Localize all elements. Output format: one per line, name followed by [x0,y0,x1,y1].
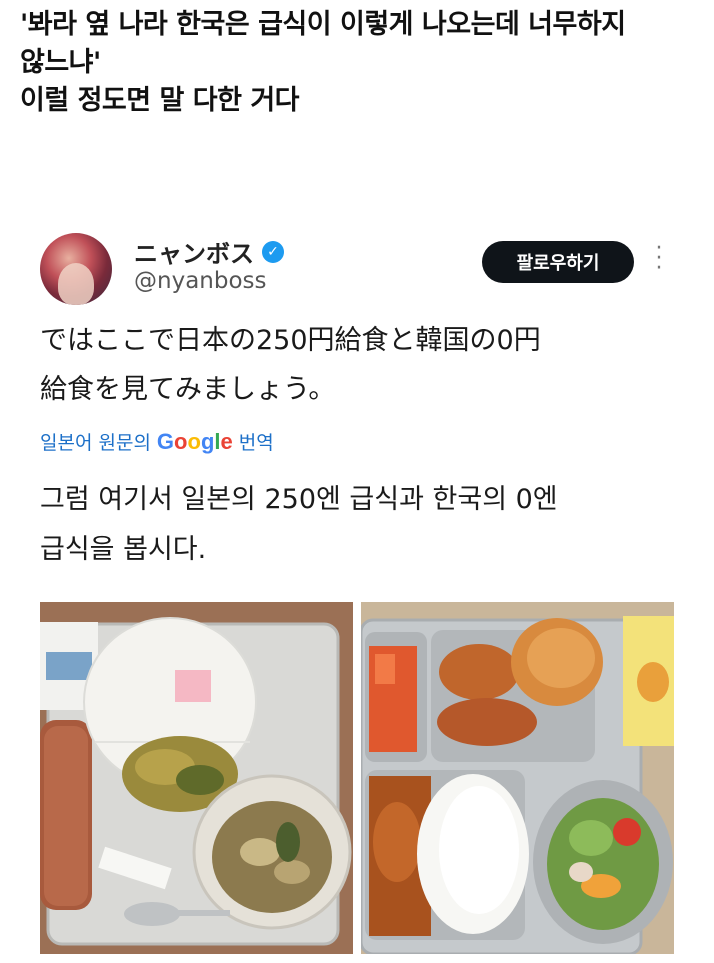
korean-school-lunch-photo[interactable] [361,602,674,954]
display-name-row[interactable]: ニャンボス ✓ [134,234,284,269]
translate-prefix: 일본어 원문의 [40,432,151,454]
verified-badge-icon: ✓ [262,240,284,263]
more-vertical-icon[interactable]: · · · [650,238,668,280]
post-title: '봐라 옆 나라 한국은 급식이 이렇게 나오는데 너무하지 않느냐' 이럴 정… [20,9,626,116]
translate-link[interactable]: 일본어 원문의 Google 번역 [40,428,274,455]
korean-lunch-illustration [361,602,674,954]
japanese-lunch-illustration [40,602,353,954]
google-logo: Google [156,428,233,454]
avatar[interactable] [40,233,112,305]
tweet-text: ではここで日本の250円給食と韓国の0円 給食を見てみましょう。 [40,325,541,405]
translate-suffix: 번역 [238,432,274,454]
follow-button[interactable]: 팔로우하기 [482,241,634,283]
handle[interactable]: @nyanboss [134,268,267,294]
display-name[interactable]: ニャンボス [134,234,254,269]
translated-text: 그럼 여기서 일본의 250엔 급식과 한국의 0엔 급식을 봅시다. [40,484,558,565]
japanese-school-lunch-photo[interactable] [40,602,353,954]
